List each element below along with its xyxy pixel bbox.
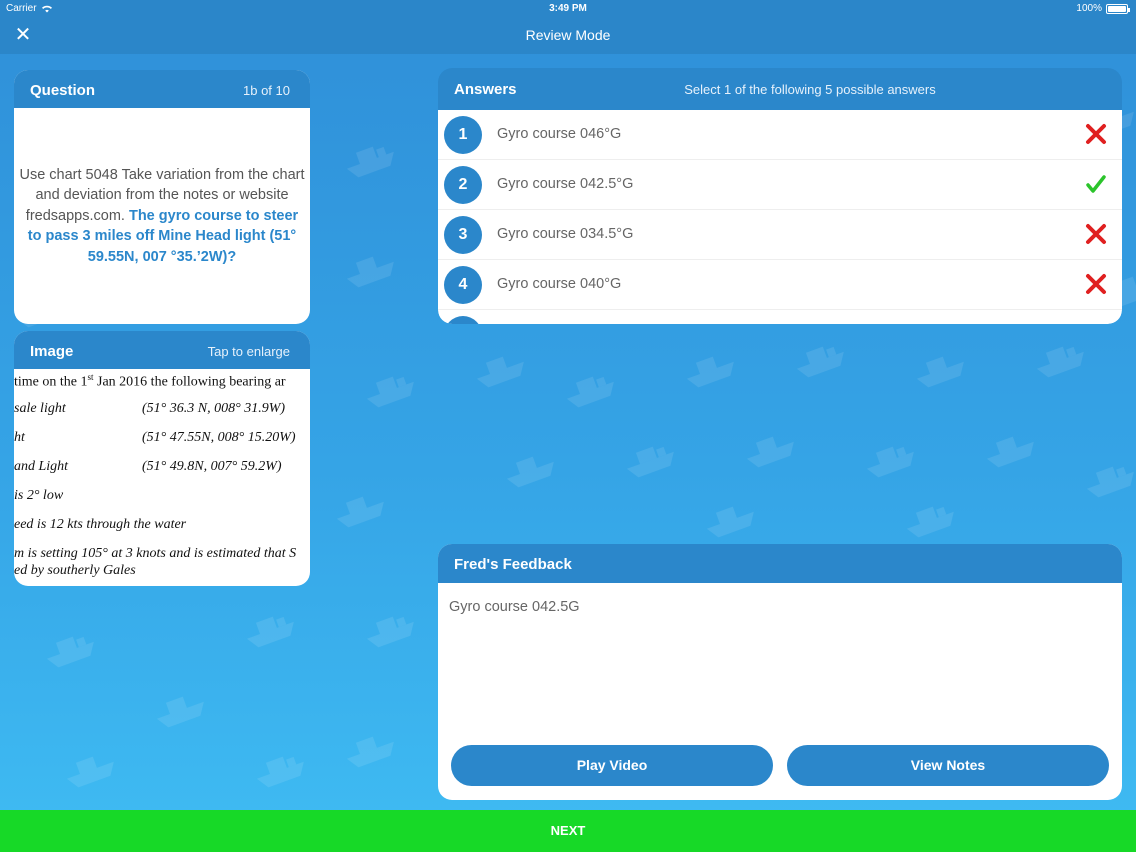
view-notes-button[interactable]: View Notes [787, 745, 1109, 786]
image-card[interactable]: Image Tap to enlarge time on the 1st Jan… [14, 331, 310, 586]
answer-text: Gyro course 042.5°G [497, 176, 634, 192]
status-bar: Carrier 3:49 PM 100% [0, 0, 1136, 18]
wrong-icon [1086, 274, 1106, 294]
question-text: Use chart 5048 Take variation from the c… [14, 108, 310, 324]
tap-to-enlarge-hint[interactable]: Tap to enlarge [208, 344, 290, 359]
answers-header: Answers Select 1 of the following 5 poss… [438, 68, 1122, 110]
answer-text: Gyro course 040°G [497, 276, 622, 292]
answers-card: Answers Select 1 of the following 5 poss… [438, 68, 1122, 324]
battery-label: 100% [1076, 3, 1102, 14]
next-button[interactable]: NEXT [0, 810, 1136, 852]
status-time: 3:49 PM [549, 3, 587, 14]
wrong-icon [1086, 224, 1106, 244]
image-line: m is setting 105° at 3 knots and is esti… [14, 546, 297, 561]
image-line: eed is 12 kts through the water [14, 517, 187, 532]
answer-text: Gyro course 034.5°G [497, 226, 634, 242]
question-progress: 1b of 10 [243, 83, 290, 98]
answers-instruction: Select 1 of the following 5 possible ans… [684, 82, 936, 97]
wrong-icon [1086, 124, 1106, 144]
answer-number: 1 [444, 116, 482, 154]
answer-text: Gyro course 046°G [497, 126, 622, 142]
image-coord: (51° 47.55N, 008° 15.20W) [142, 430, 296, 445]
answer-option[interactable]: 2 Gyro course 042.5°G [438, 160, 1122, 210]
image-coord: (51° 49.8N, 007° 59.2W) [142, 459, 282, 474]
nav-title: Review Mode [525, 27, 611, 43]
question-heading: Question [30, 82, 96, 99]
status-right: 100% [1076, 3, 1130, 14]
check-icon [1086, 175, 1106, 193]
answer-number-partial[interactable] [444, 316, 482, 324]
answer-number: 4 [444, 266, 482, 304]
image-line: time on the 1st Jan 2016 the following b… [14, 372, 286, 390]
answer-option[interactable]: 3 Gyro course 034.5°G [438, 210, 1122, 260]
answer-number: 2 [444, 166, 482, 204]
feedback-card: Fred's Feedback Gyro course 042.5G Play … [438, 544, 1122, 800]
feedback-text: Gyro course 042.5G [449, 599, 580, 615]
feedback-header: Fred's Feedback [438, 544, 1122, 583]
question-card: Question 1b of 10 Use chart 5048 Take va… [14, 70, 310, 324]
image-coord: (51° 36.3 N, 008° 31.9W) [142, 401, 286, 416]
play-video-button[interactable]: Play Video [451, 745, 773, 786]
question-image[interactable]: time on the 1st Jan 2016 the following b… [14, 369, 310, 586]
image-line: and Light [14, 459, 69, 474]
answer-option[interactable]: 1 Gyro course 046°G [438, 110, 1122, 160]
answer-number: 3 [444, 216, 482, 254]
image-heading: Image [30, 343, 74, 360]
feedback-heading: Fred's Feedback [454, 556, 572, 573]
image-line: is 2° low [14, 488, 64, 503]
image-line: ed by southerly Gales [14, 563, 136, 578]
image-line: ht [14, 430, 25, 445]
nav-bar: ✕ Review Mode [0, 18, 1136, 54]
answers-list: 1 Gyro course 046°G 2 Gyro course 042.5°… [438, 110, 1122, 324]
image-header: Image Tap to enlarge [14, 331, 310, 369]
answer-option[interactable]: 4 Gyro course 040°G [438, 260, 1122, 310]
battery-icon [1106, 3, 1130, 14]
question-header: Question 1b of 10 [14, 70, 310, 108]
image-line: sale light [14, 401, 66, 416]
